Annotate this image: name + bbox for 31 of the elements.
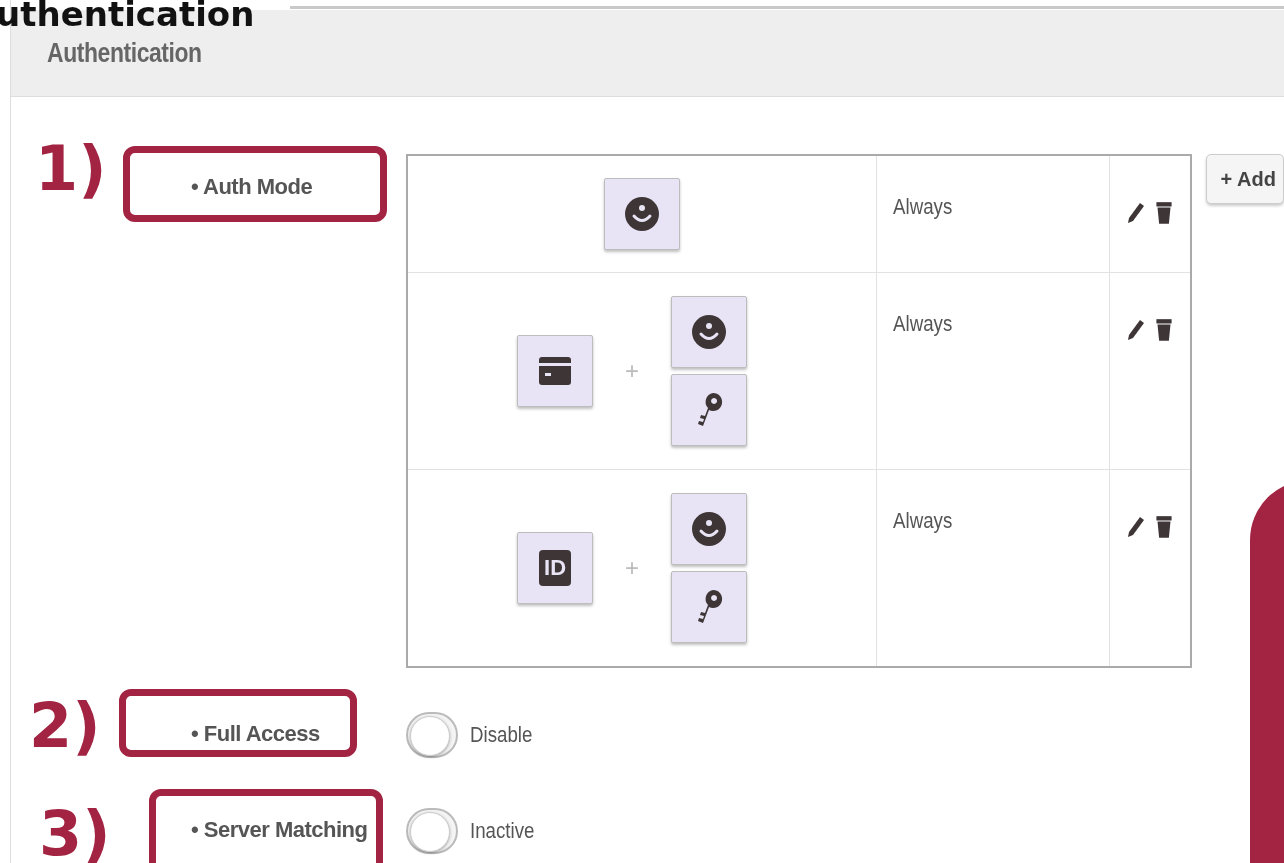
step-number: 1) xyxy=(35,132,107,205)
plus-sign: + xyxy=(625,554,640,582)
id-icon: ID xyxy=(539,550,572,586)
delete-icon[interactable] xyxy=(1154,200,1175,226)
auth-factor-tile[interactable] xyxy=(671,571,748,643)
field-label: • Auth Mode xyxy=(191,174,313,200)
status-text: Disable xyxy=(470,722,533,748)
toggle-switch[interactable] xyxy=(406,712,458,758)
auth-factor-tile[interactable] xyxy=(671,296,748,368)
auth-factor-tile[interactable] xyxy=(604,178,681,250)
add-button[interactable]: + Add xyxy=(1205,154,1284,204)
section-title: Authentication xyxy=(47,37,202,69)
auth-factor-tile[interactable]: ID xyxy=(517,532,594,604)
edit-icon[interactable] xyxy=(1126,317,1147,343)
plus-sign: + xyxy=(625,357,640,385)
status-text: Inactive xyxy=(470,818,535,844)
step-number: 2) xyxy=(29,689,101,762)
condition-text: Always xyxy=(893,194,954,220)
condition-text: Always xyxy=(893,311,954,337)
toggle-switch[interactable] xyxy=(406,808,458,854)
field-label: • Full Access xyxy=(191,721,320,747)
auth-factor-tile[interactable] xyxy=(671,374,748,446)
auth-factor-tile[interactable] xyxy=(517,335,594,407)
step-number: 3) xyxy=(39,797,111,863)
delete-icon[interactable] xyxy=(1154,317,1175,343)
edit-icon[interactable] xyxy=(1126,200,1147,226)
field-label: • Server Matching xyxy=(191,817,368,843)
delete-icon[interactable] xyxy=(1154,514,1175,540)
condition-text: Always xyxy=(893,508,954,534)
edit-icon[interactable] xyxy=(1126,514,1147,540)
auth-factor-tile[interactable] xyxy=(671,493,748,565)
